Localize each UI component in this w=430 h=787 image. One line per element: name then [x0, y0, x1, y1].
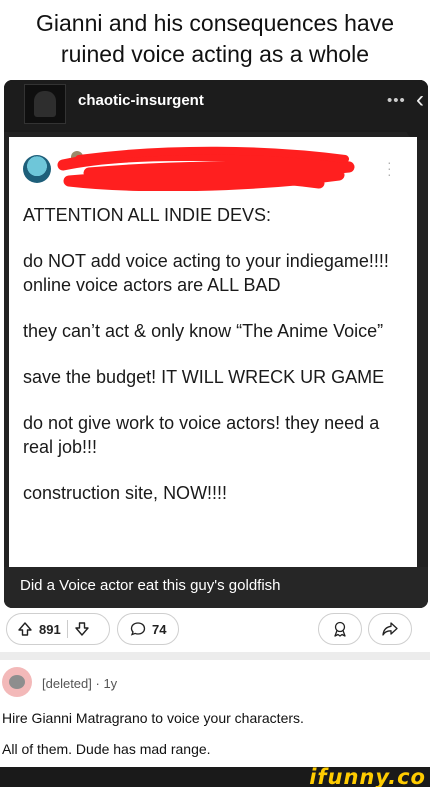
more-vertical-icon: · · ·: [387, 154, 392, 182]
action-bar: 891 74: [0, 613, 430, 649]
screenshot-line: construction site, NOW!!!!: [23, 483, 228, 503]
award-icon: [331, 620, 349, 638]
redaction-scribble: [57, 146, 355, 191]
comment-author[interactable]: [deleted]: [42, 676, 92, 691]
comment-meta: [deleted] · 1y: [42, 676, 117, 691]
comment-age: · 1y: [95, 676, 118, 691]
award-button[interactable]: [318, 613, 362, 645]
avatar[interactable]: [24, 84, 66, 124]
post-card[interactable]: chaotic-insurgent ••• ‹ · · · ATTENTION AL…: [4, 80, 428, 608]
share-arrow-icon: [381, 620, 399, 638]
original-poster-avatar: [23, 155, 51, 183]
upvote-count: 891: [39, 621, 61, 637]
screenshot-text: ATTENTION ALL INDIE DEVS: do NOT add voi…: [23, 203, 407, 527]
meme-caption: Gianni and his consequences have ruined …: [35, 10, 395, 67]
ellipsis-icon[interactable]: •••: [387, 92, 406, 109]
comment-count: 74: [152, 621, 167, 637]
screenshot-line: ATTENTION ALL INDIE DEVS:: [23, 205, 272, 225]
embedded-screenshot: · · · ATTENTION ALL INDIE DEVS: do NOT add…: [9, 137, 417, 567]
avatar[interactable]: [2, 667, 32, 697]
screenshot-line: save the budget! IT WILL WRECK UR GAME: [23, 367, 385, 387]
footer-bar: ifunny.co: [0, 767, 430, 787]
section-divider: [0, 652, 430, 660]
vote-control: 891: [6, 613, 110, 645]
post-title-bar: Did a Voice actor eat this guy's goldfis…: [4, 567, 428, 608]
screenshot-line: do not give work to voice actors! they n…: [23, 413, 380, 457]
comments-button[interactable]: 74: [117, 613, 179, 645]
ifunny-watermark: ifunny.co: [309, 765, 426, 787]
chevron-left-icon[interactable]: ‹: [406, 80, 428, 140]
comment-line: All of them. Dude has mad range.: [2, 741, 211, 757]
post-header: chaotic-insurgent •••: [4, 80, 428, 132]
share-button[interactable]: [368, 613, 412, 645]
comment-body: Hire Gianni Matragrano to voice your cha…: [2, 709, 422, 771]
post-username[interactable]: chaotic-insurgent: [78, 92, 204, 109]
downvote-arrow-icon[interactable]: [74, 621, 90, 637]
upvote-arrow-icon[interactable]: [17, 621, 33, 637]
comment-bubble-icon: [130, 621, 146, 637]
screenshot-line: do NOT add voice acting to your indiegam…: [23, 251, 389, 295]
comment-line: Hire Gianni Matragrano to voice your cha…: [2, 710, 304, 726]
screenshot-line: they can’t act & only know “The Anime Vo…: [23, 321, 384, 341]
post-title: Did a Voice actor eat this guy's goldfis…: [20, 577, 281, 594]
